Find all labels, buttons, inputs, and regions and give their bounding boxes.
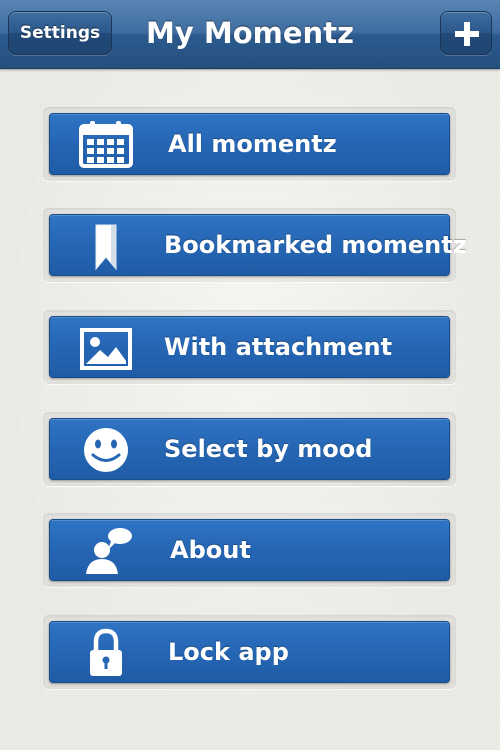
all-momentz-label: All momentz [168, 130, 337, 158]
lock-app-label: Lock app [168, 638, 289, 666]
select-by-mood-button[interactable]: Select by mood [49, 418, 450, 480]
bookmarked-momentz-button[interactable]: Bookmarked momentz [49, 214, 467, 276]
bookmark-icon [78, 221, 134, 271]
calendar-icon [78, 120, 134, 170]
menu-row-bookmarked-momentz: Bookmarked momentz [43, 208, 467, 282]
select-by-mood-label: Select by mood [164, 435, 373, 463]
menu-row-with-attachment: With attachment [43, 310, 456, 384]
padlock-icon [78, 628, 134, 678]
all-momentz-button[interactable]: All momentz [49, 113, 450, 175]
with-attachment-label: With attachment [164, 333, 393, 361]
lock-app-button[interactable]: Lock app [49, 621, 450, 683]
plus-icon [455, 22, 479, 46]
menu-row-all-momentz: All momentz [43, 107, 456, 181]
about-label: About [170, 536, 251, 564]
menu-row-about: About [43, 513, 456, 587]
with-attachment-button[interactable]: With attachment [49, 316, 450, 378]
about-button[interactable]: About [49, 519, 450, 581]
bookmarked-momentz-label: Bookmarked momentz [164, 231, 467, 259]
image-icon [78, 323, 134, 373]
navigation-bar: My Momentz Settings [0, 0, 500, 69]
smiley-face-icon [78, 425, 134, 475]
settings-button[interactable]: Settings [8, 11, 112, 55]
menu-row-select-by-mood: Select by mood [43, 412, 456, 486]
add-moment-button[interactable] [440, 11, 492, 55]
person-speech-bubble-icon [78, 526, 134, 576]
menu-row-lock-app: Lock app [43, 615, 456, 689]
